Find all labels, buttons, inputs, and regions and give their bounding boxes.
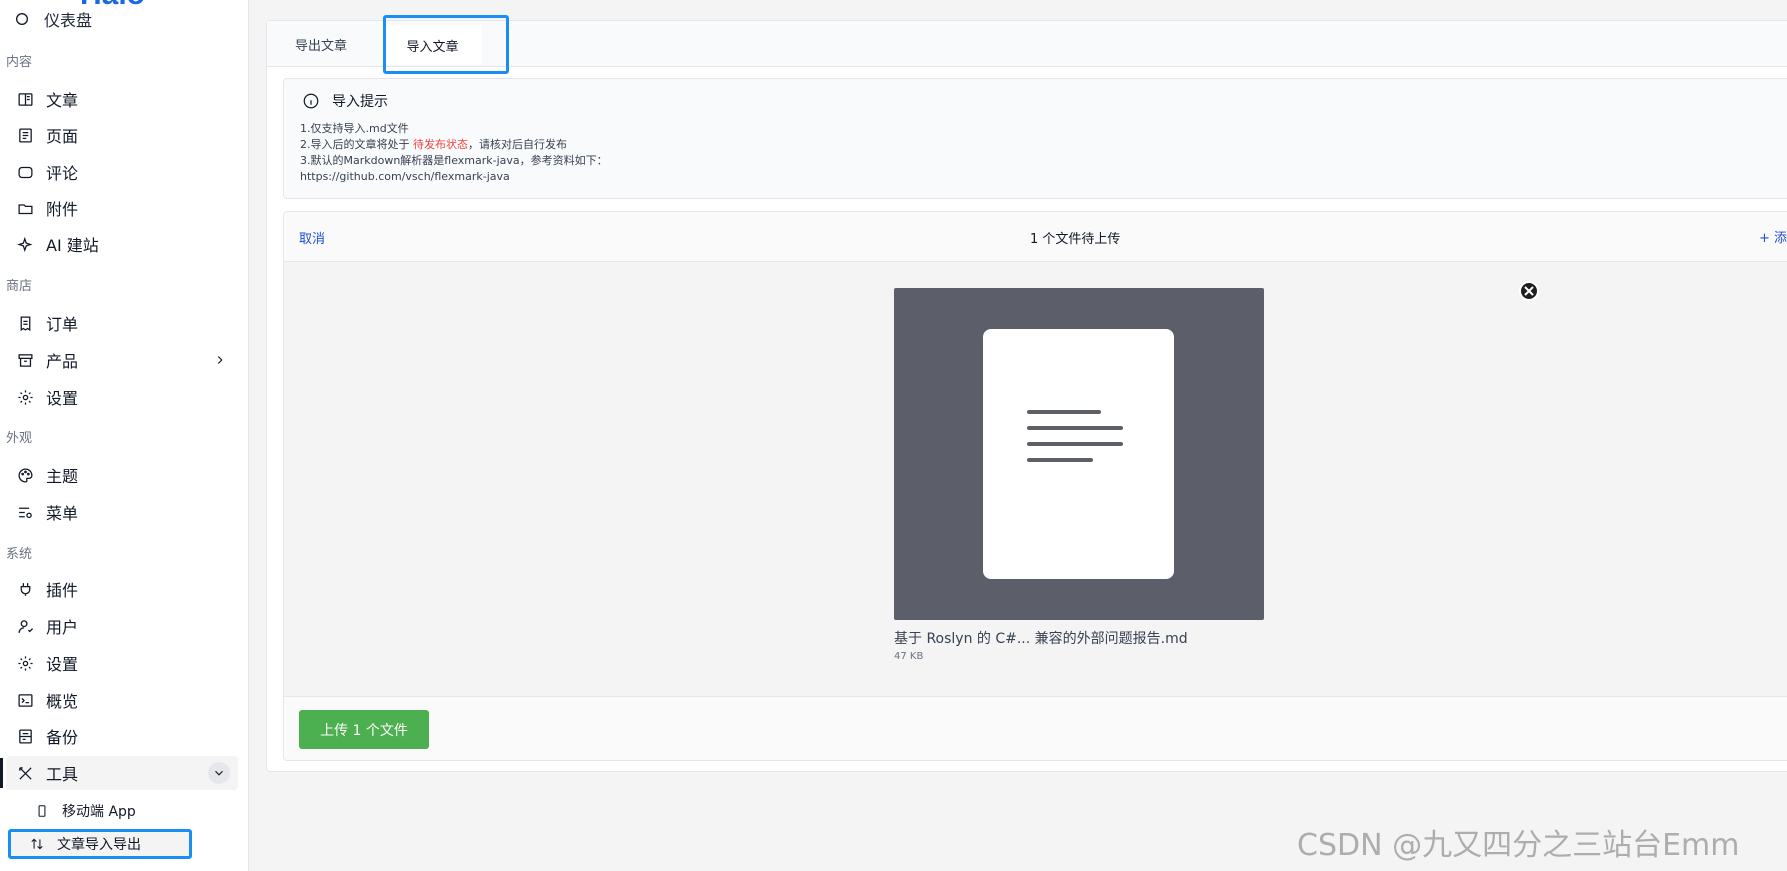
sidebar-item-themes[interactable]: 主题 <box>6 458 238 492</box>
archive-icon <box>15 350 35 370</box>
sidebar-item-label: 文章 <box>46 91 79 110</box>
sidebar-item-settings[interactable]: 设置 <box>6 646 238 680</box>
terminal-icon <box>15 690 35 710</box>
receipt-icon <box>15 313 35 333</box>
notice-line-2-suffix: ，请核对后自行发布 <box>468 138 567 151</box>
chevron-right-icon[interactable] <box>212 352 228 368</box>
sidebar-item-orders[interactable]: 订单 <box>6 306 238 340</box>
add-more-button[interactable]: + 添 <box>1759 227 1787 246</box>
notice-lines: 1.仅支持导入.md文件 2.导入后的文章将处于 待发布状态，请核对后自行发布 … <box>300 121 608 185</box>
sidebar-item-users[interactable]: 用户 <box>6 609 238 643</box>
sidebar-item-label: 移动端 App <box>62 804 136 820</box>
sidebar-item-label: 用户 <box>46 618 79 637</box>
arrows-updown-icon <box>29 836 45 852</box>
backup-icon <box>15 726 35 746</box>
sidebar-item-label: 产品 <box>46 352 79 371</box>
close-icon <box>1524 286 1534 296</box>
watermark: CSDN @九又四分之三站台Emm <box>1297 828 1740 863</box>
notice-line-3: 3.默认的Markdown解析器是flexmark-java，参考资料如下： <box>300 154 608 167</box>
file-uploader: 取消 1 个文件待上传 + 添 基于 Roslyn 的 C#... 兼容的外部问… <box>283 211 1787 761</box>
sidebar: Halo 仪表盘 内容 文章 页面 评论 附件 AI 建站 商店 订单 产品 设… <box>0 0 249 871</box>
notice-line-2: 2.导入后的文章将处于 待发布状态，请核对后自行发布 <box>300 137 608 153</box>
dashboard-icon <box>16 13 28 25</box>
notice-title-text: 导入提示 <box>332 94 388 110</box>
file-size: 47 KB <box>894 651 924 662</box>
sidebar-item-shop-settings[interactable]: 设置 <box>6 380 238 414</box>
chevron-down-icon[interactable] <box>208 762 230 784</box>
sidebar-item-dashboard[interactable]: 仪表盘 <box>14 8 92 30</box>
sidebar-item-plugins[interactable]: 插件 <box>6 572 238 606</box>
plug-icon <box>15 579 35 599</box>
active-group-indicator <box>0 758 3 788</box>
uploader-footer: 上传 1 个文件 <box>284 696 1787 760</box>
doc-line <box>1027 442 1123 446</box>
sidebar-item-label: 插件 <box>46 581 79 600</box>
sidebar-item-tools[interactable]: 工具 <box>6 756 238 790</box>
page-icon <box>15 125 35 145</box>
main-panel: 导出文章 导入文章 导入提示 1.仅支持导入.md文件 2.导入后的文章将处于 … <box>266 20 1787 772</box>
sidebar-item-label: 订单 <box>46 315 79 334</box>
import-tab-highlight <box>383 15 509 74</box>
group-label-shop: 商店 <box>6 279 33 294</box>
uploader-body: 基于 Roslyn 的 C#... 兼容的外部问题报告.md 47 KB <box>284 262 1787 696</box>
sidebar-item-label: 设置 <box>46 655 79 674</box>
mobile-icon <box>34 803 50 819</box>
sidebar-item-ai-site[interactable]: AI 建站 <box>6 227 238 261</box>
sidebar-item-comments[interactable]: 评论 <box>6 155 238 189</box>
sidebar-item-pages[interactable]: 页面 <box>6 118 238 152</box>
palette-icon <box>15 465 35 485</box>
import-notice: 导入提示 1.仅支持导入.md文件 2.导入后的文章将处于 待发布状态，请核对后… <box>283 78 1787 199</box>
sidebar-subitem-mobile-app[interactable]: 移动端 App <box>6 796 238 826</box>
sidebar-item-label: 菜单 <box>46 504 79 523</box>
sidebar-item-label: AI 建站 <box>46 236 99 255</box>
file-name: 基于 Roslyn 的 C#... 兼容的外部问题报告.md <box>894 631 1188 647</box>
sidebar-item-label: 工具 <box>46 765 79 784</box>
file-preview <box>894 288 1264 620</box>
sidebar-item-label: 文章导入导出 <box>57 837 141 853</box>
group-label-content: 内容 <box>6 55 33 70</box>
sidebar-item-label: 仪表盘 <box>44 11 93 30</box>
gear-icon <box>15 387 35 407</box>
sidebar-item-menus[interactable]: 菜单 <box>6 495 238 529</box>
menu-settings-icon <box>15 502 35 522</box>
sidebar-item-label: 设置 <box>46 389 79 408</box>
doc-line <box>1027 410 1101 414</box>
sidebar-item-overview[interactable]: 概览 <box>6 683 238 717</box>
group-label-system: 系统 <box>6 547 33 562</box>
pending-count: 1 个文件待上传 <box>1030 232 1121 247</box>
notice-line-1: 1.仅支持导入.md文件 <box>300 122 409 135</box>
sparkle-icon <box>15 234 35 254</box>
sidebar-item-label: 主题 <box>46 467 79 486</box>
sidebar-item-label: 概览 <box>46 692 79 711</box>
sidebar-item-backup[interactable]: 备份 <box>6 719 238 753</box>
tab-export[interactable]: 导出文章 <box>295 21 347 67</box>
cancel-button[interactable]: 取消 <box>299 228 325 247</box>
sidebar-item-label: 评论 <box>46 164 79 183</box>
uploader-header: 取消 1 个文件待上传 + 添 <box>284 212 1787 262</box>
book-icon <box>15 89 35 109</box>
tools-icon <box>15 763 35 783</box>
sidebar-item-label: 附件 <box>46 200 79 219</box>
sidebar-item-articles[interactable]: 文章 <box>6 82 238 116</box>
sidebar-item-attachments[interactable]: 附件 <box>6 191 238 225</box>
sidebar-item-label: 备份 <box>46 728 79 747</box>
folder-icon <box>15 198 35 218</box>
doc-line <box>1027 458 1093 462</box>
pending-status-highlight: 待发布状态 <box>413 138 468 151</box>
notice-line-4: https://github.com/vsch/flexmark-java <box>300 170 510 183</box>
info-icon <box>303 93 319 109</box>
upload-button[interactable]: 上传 1 个文件 <box>299 710 429 749</box>
doc-line <box>1027 426 1123 430</box>
group-label-appearance: 外观 <box>6 431 33 446</box>
comment-icon <box>15 162 35 182</box>
document-icon <box>983 329 1174 579</box>
remove-file-button[interactable] <box>1519 281 1539 301</box>
notice-line-2-prefix: 2.导入后的文章将处于 <box>300 138 413 151</box>
user-icon <box>15 616 35 636</box>
gear-icon <box>15 653 35 673</box>
sidebar-subitem-import-export[interactable]: 文章导入导出 <box>8 829 192 859</box>
sidebar-item-label: 页面 <box>46 127 79 146</box>
sidebar-item-products[interactable]: 产品 <box>6 343 238 377</box>
notice-title: 导入提示 <box>302 91 388 111</box>
